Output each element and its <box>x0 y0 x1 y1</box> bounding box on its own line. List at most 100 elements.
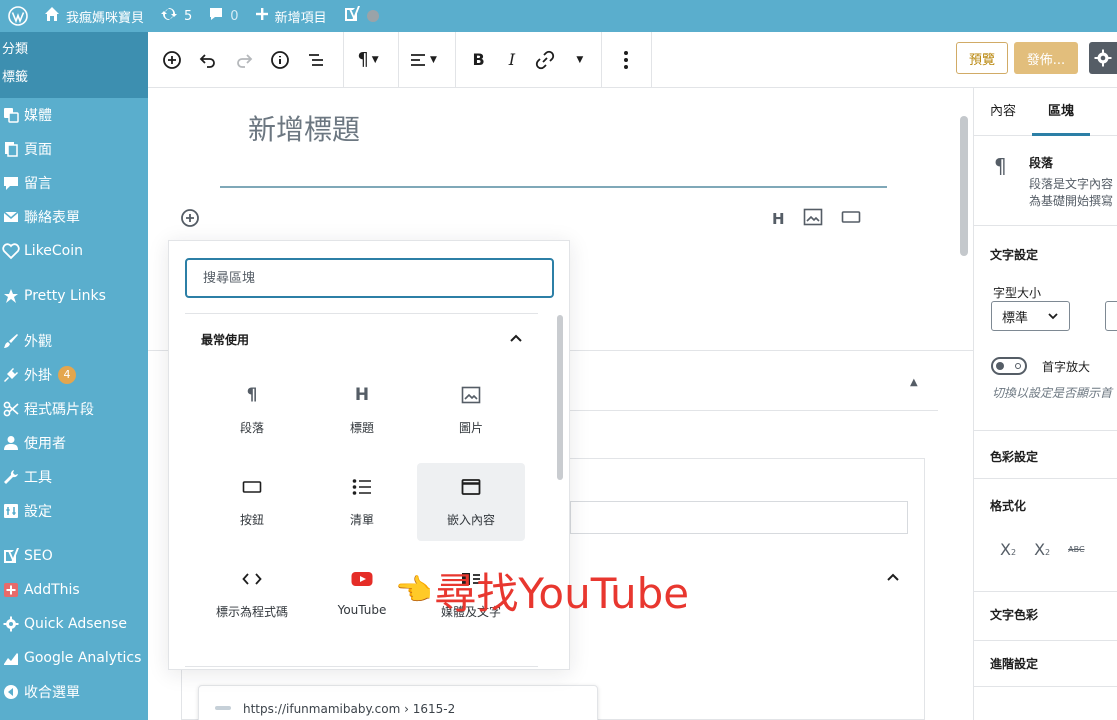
panel-divider <box>974 640 1117 641</box>
superscript-icon[interactable]: X2 <box>1000 540 1016 559</box>
collapse-icon <box>2 683 20 701</box>
post-title-input[interactable]: 新增標題 <box>248 108 360 148</box>
link-button[interactable] <box>529 42 562 78</box>
sidebar-item-label: LikeCoin <box>24 243 84 259</box>
more-formats-button[interactable]: ▼ <box>562 42 595 78</box>
info-button[interactable] <box>262 42 298 78</box>
publish-button[interactable]: 發佈... <box>1014 42 1078 74</box>
block-item-image[interactable]: 圖片 <box>417 371 525 449</box>
annotation-text: 尋找YouTube <box>434 569 690 618</box>
block-item-button[interactable]: 按鈕 <box>198 463 306 541</box>
custom-font-size-input[interactable] <box>1105 301 1117 331</box>
sidebar-item-google-analytics[interactable]: Google Analytics <box>0 641 148 675</box>
sidebar-item-likecoin[interactable]: LikeCoin <box>0 234 148 268</box>
submenu-item-tags[interactable]: 標籤 <box>0 64 148 92</box>
sidebar-item-quick-adsense[interactable]: Quick Adsense <box>0 607 148 641</box>
sidebar-item-pretty-links[interactable]: Pretty Links <box>0 279 148 313</box>
youtube-annotation: 👈 尋找YouTube <box>395 560 689 621</box>
scissors-icon <box>2 400 20 418</box>
tab-block[interactable]: 區塊 <box>1032 88 1091 136</box>
font-size-select[interactable]: 標準 <box>991 301 1070 331</box>
more-options-button[interactable] <box>608 42 644 78</box>
bold-button[interactable]: B <box>462 42 495 78</box>
yoast-link[interactable] <box>335 0 387 32</box>
block-type-button[interactable]: ¶ ▼ <box>350 42 386 78</box>
most-used-section-title[interactable]: 最常使用 <box>201 331 249 348</box>
title-underline <box>220 186 887 188</box>
advanced-panel-title[interactable]: 進階設定 <box>990 655 1038 672</box>
heading-icon[interactable]: H <box>772 210 785 228</box>
block-item-embed[interactable]: 嵌入內容 <box>417 463 525 541</box>
admin-bar: 我瘋媽咪寶貝 5 0 新增項目 <box>0 0 1117 32</box>
inserter-scrollbar[interactable] <box>557 315 563 480</box>
text-color-panel-title[interactable]: 文字色彩 <box>990 606 1038 623</box>
image-icon <box>459 383 483 407</box>
sidebar-item-appearance[interactable]: 外觀 <box>0 324 148 358</box>
sidebar-item-settings[interactable]: 設定 <box>0 494 148 528</box>
sidebar-item-label: 頁面 <box>24 142 52 158</box>
italic-button[interactable]: I <box>495 42 528 78</box>
sidebar-item-plugins[interactable]: 外掛 4 <box>0 358 148 392</box>
comments-link[interactable]: 0 <box>200 0 246 32</box>
strikethrough-icon[interactable]: ABC <box>1068 545 1084 554</box>
button-icon[interactable] <box>841 210 861 228</box>
color-settings-panel-title[interactable]: 色彩設定 <box>990 448 1038 465</box>
site-name-link[interactable]: 我瘋媽咪寶貝 <box>36 0 152 32</box>
paragraph-icon: ¶ <box>994 154 1007 178</box>
sidebar-item-media[interactable]: 媒體 <box>0 98 148 132</box>
sidebar-item-seo[interactable]: SEO <box>0 539 148 573</box>
sidebar-item-code-snippets[interactable]: 程式碼片段 <box>0 392 148 426</box>
block-item-label: 嵌入內容 <box>446 513 495 527</box>
sidebar-item-label: Quick Adsense <box>24 616 127 632</box>
block-card-title: 段落 <box>1029 156 1054 170</box>
sidebar-item-pages[interactable]: 頁面 <box>0 132 148 166</box>
new-item-label: 新增項目 <box>274 10 327 26</box>
drop-cap-toggle[interactable] <box>991 357 1027 375</box>
bold-icon: B <box>472 50 485 69</box>
preview-button[interactable]: 預覽 <box>956 42 1008 74</box>
tab-document[interactable]: 內容 <box>974 88 1032 136</box>
formatting-panel-title[interactable]: 格式化 <box>990 497 1026 514</box>
inline-inserter-button[interactable] <box>180 208 200 228</box>
sidebar-item-collapse-menu[interactable]: 收合選單 <box>0 675 148 709</box>
chevron-up-icon[interactable] <box>886 570 900 584</box>
text-settings-panel-title[interactable]: 文字設定 <box>990 246 1038 263</box>
block-item-list[interactable]: 清單 <box>308 463 416 541</box>
block-search-input[interactable] <box>185 258 554 298</box>
admin-sidebar: 分類 標籤 媒體 頁面 留言 聯絡表單 LikeCoin Pretty Link… <box>0 32 148 720</box>
sidebar-item-users[interactable]: 使用者 <box>0 426 148 460</box>
block-item-code[interactable]: 標示為程式碼 <box>198 555 306 633</box>
list-icon <box>350 475 374 499</box>
sidebar-item-addthis[interactable]: AddThis <box>0 573 148 607</box>
block-item-label: 標示為程式碼 <box>215 605 288 619</box>
block-item-label: 標題 <box>349 421 374 435</box>
updates-link[interactable]: 5 <box>152 0 200 32</box>
collapse-caret-icon[interactable]: ▲ <box>910 377 918 388</box>
submenu-item-categories[interactable]: 分類 <box>0 36 148 64</box>
wordpress-logo-icon[interactable] <box>0 0 36 32</box>
comments-count: 0 <box>230 8 239 24</box>
settings-toggle-button[interactable] <box>1089 42 1117 74</box>
block-item-heading[interactable]: H 標題 <box>308 371 416 449</box>
toggle-off-indicator <box>1015 363 1021 369</box>
new-item-link[interactable]: 新增項目 <box>247 0 335 32</box>
site-name: 我瘋媽咪寶貝 <box>66 10 145 26</box>
meta-text-input[interactable] <box>570 501 908 534</box>
align-button[interactable]: ▼ <box>405 42 441 78</box>
undo-button[interactable] <box>190 42 226 78</box>
chevron-up-icon[interactable] <box>509 331 523 345</box>
sidebar-item-comments[interactable]: 留言 <box>0 166 148 200</box>
block-item-label: YouTube <box>337 603 387 617</box>
redo-button[interactable] <box>226 42 262 78</box>
add-block-button[interactable] <box>154 42 190 78</box>
outline-button[interactable] <box>298 42 334 78</box>
panel-divider <box>974 430 1117 431</box>
canvas-scrollbar[interactable] <box>960 116 968 256</box>
paragraph-icon: ¶ <box>357 49 369 70</box>
sidebar-item-contact-forms[interactable]: 聯絡表單 <box>0 200 148 234</box>
sidebar-item-tools[interactable]: 工具 <box>0 460 148 494</box>
subscript-icon[interactable]: X2 <box>1034 540 1050 559</box>
image-icon[interactable] <box>803 208 823 230</box>
snippet-preview-card: https://ifunmamibaby.com › 1615-2 <box>198 685 598 720</box>
block-item-paragraph[interactable]: ¶ 段落 <box>198 371 306 449</box>
